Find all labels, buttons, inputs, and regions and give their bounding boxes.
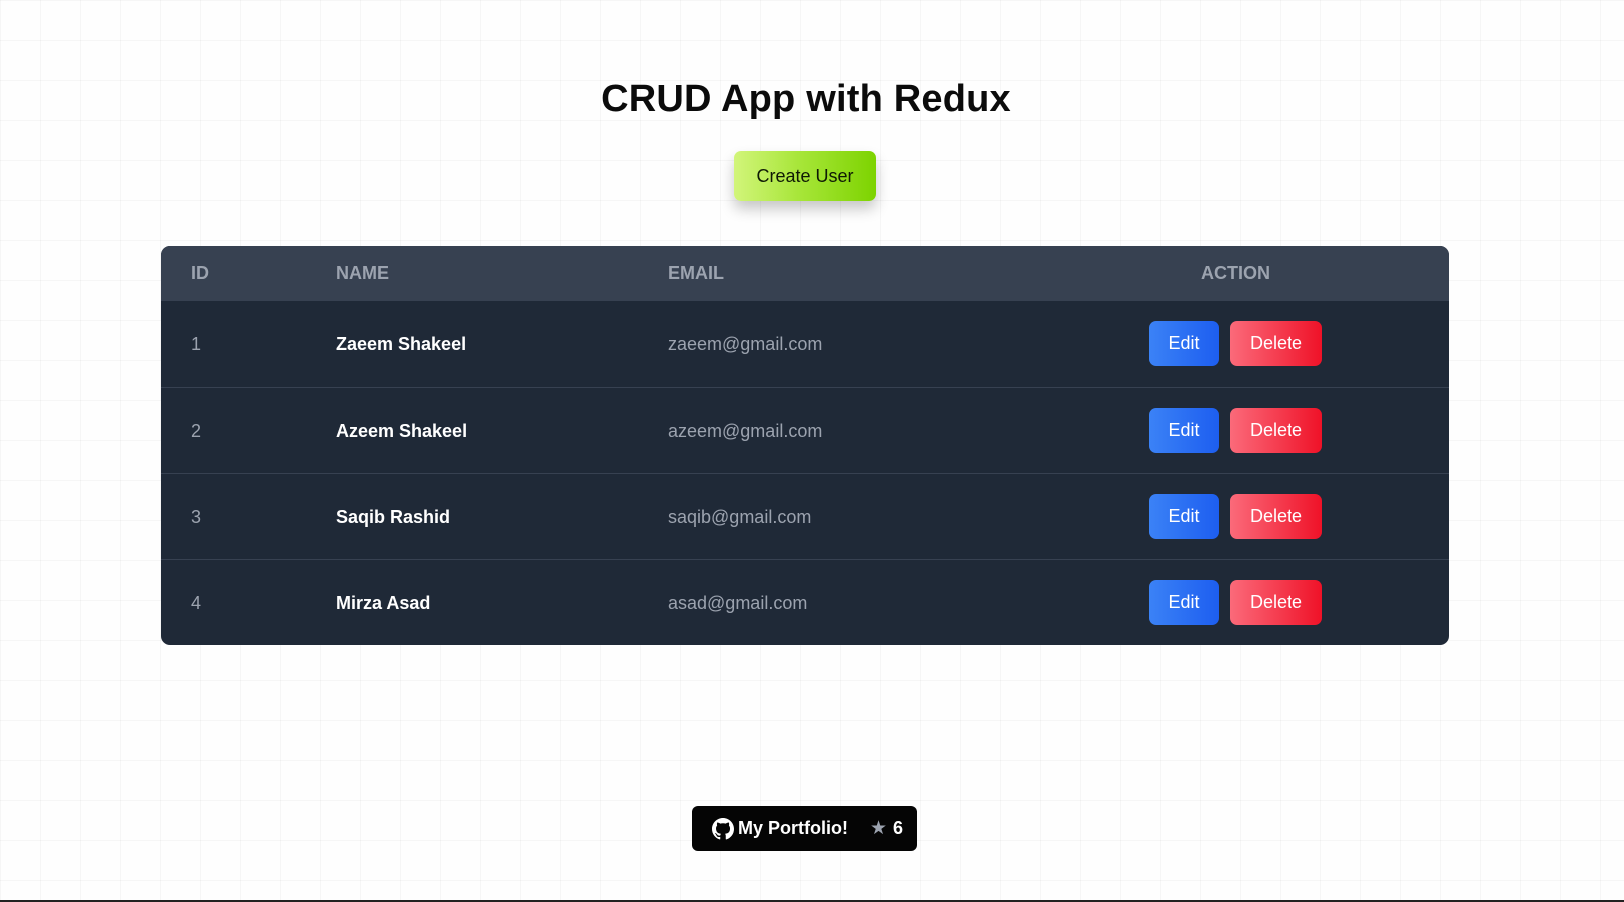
- user-email: saqib@gmail.com: [668, 507, 812, 527]
- user-id: 2: [191, 421, 202, 441]
- delete-button[interactable]: Delete: [1230, 494, 1322, 539]
- edit-button[interactable]: Edit: [1149, 321, 1219, 366]
- table-row: 1 Zaeem Shakeel zaeem@gmail.com Edit Del…: [161, 301, 1449, 387]
- user-name: Saqib Rashid: [336, 507, 451, 527]
- star-count: 6: [893, 818, 904, 838]
- column-header-id: ID: [191, 263, 209, 283]
- row-actions: Edit Delete: [1149, 580, 1322, 625]
- github-icon: [712, 817, 734, 840]
- row-actions: Edit Delete: [1149, 408, 1322, 453]
- delete-button[interactable]: Delete: [1230, 321, 1322, 366]
- column-header-name: NAME: [336, 263, 389, 283]
- create-user-button[interactable]: Create User: [734, 151, 876, 201]
- edit-button[interactable]: Edit: [1149, 580, 1219, 625]
- delete-button[interactable]: Delete: [1230, 580, 1322, 625]
- user-email: zaeem@gmail.com: [668, 334, 823, 354]
- edit-button[interactable]: Edit: [1149, 494, 1219, 539]
- row-actions: Edit Delete: [1149, 321, 1322, 366]
- table-row: 3 Saqib Rashid saqib@gmail.com Edit Dele…: [161, 473, 1449, 559]
- column-header-email: EMAIL: [668, 263, 724, 283]
- user-name: Mirza Asad: [336, 593, 431, 613]
- user-name: Azeem Shakeel: [336, 421, 468, 441]
- star-icon: ★: [870, 818, 888, 839]
- page-title: CRUD App with Redux: [601, 78, 1011, 120]
- user-id: 4: [191, 593, 202, 613]
- portfolio-badge-link[interactable]: My Portfolio! ★ 6: [692, 806, 917, 851]
- user-email: asad@gmail.com: [668, 593, 808, 613]
- user-id: 3: [191, 507, 202, 527]
- users-table: ID NAME EMAIL ACTION 1 Zaeem Shakeel zae…: [161, 246, 1449, 645]
- row-actions: Edit Delete: [1149, 494, 1322, 539]
- user-id: 1: [191, 334, 202, 354]
- table-header: ID NAME EMAIL ACTION: [161, 246, 1449, 301]
- table-row: 2 Azeem Shakeel azeem@gmail.com Edit Del…: [161, 387, 1449, 473]
- edit-button[interactable]: Edit: [1149, 408, 1219, 453]
- portfolio-label: My Portfolio!: [738, 818, 848, 838]
- table-body: 1 Zaeem Shakeel zaeem@gmail.com Edit Del…: [161, 301, 1449, 645]
- table-row: 4 Mirza Asad asad@gmail.com Edit Delete: [161, 559, 1449, 645]
- delete-button[interactable]: Delete: [1230, 408, 1322, 453]
- user-name: Zaeem Shakeel: [336, 334, 467, 354]
- user-email: azeem@gmail.com: [668, 421, 823, 441]
- column-header-action: ACTION: [1201, 263, 1270, 283]
